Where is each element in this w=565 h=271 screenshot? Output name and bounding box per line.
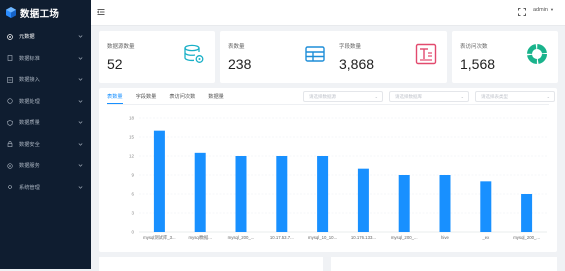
chevron-down-icon [78,56,83,60]
user-menu[interactable]: admin ▼ [533,7,554,13]
menu-fold-icon[interactable] [97,8,105,16]
sidebar-item-label: 数据接入 [19,77,40,84]
bar[interactable] [521,194,533,232]
y-tick-label: 0 [131,230,134,235]
sidebar-item-label: 数据安全 [19,141,40,148]
bar[interactable] [398,175,410,232]
bar[interactable] [194,152,206,232]
chevron-down-icon [78,99,83,103]
stat-label: 表数量 [228,44,245,50]
chevron-down-icon [78,185,83,189]
chevron-down-icon [78,142,83,146]
stat-label: 表访问次数 [460,44,488,50]
user-name: admin [533,7,548,13]
bar-chart: 0 3 6 9 12 15 18 mysql测试库_3... mysql数据... mysql_2… [129,116,547,241]
y-tick-label: 15 [129,135,135,140]
service-icon [7,163,13,169]
stat-value: 52 [107,56,123,72]
document-icon [7,55,13,62]
chevron-down-icon [78,78,83,81]
process-icon [7,98,13,104]
stat-card-tables[interactable]: 表数量 238 [220,31,336,83]
lock-icon [7,141,13,148]
field-text-icon [415,43,437,65]
stat-value: 3,868 [339,56,375,72]
bar[interactable] [317,156,329,232]
sidebar-item-label: 数据质量 [19,120,40,127]
sidebar-item-metadata[interactable]: 元数据 [0,26,91,48]
sidebar-item-label: 数据处理 [19,98,40,105]
stat-card-datasource[interactable]: 数据源数量 52 [99,31,215,83]
app-logo[interactable]: 数据工场 [0,0,91,25]
chart-panel: 表数量 字段数量 表访问次数 数据量 请选择数据源 ⌄ 请选择数据库 ⌄ 请选择… [99,88,557,252]
sidebar-item-label: 数据标准 [19,55,40,62]
sidebar-item-label: 系统管理 [19,184,40,191]
sidebar-item-ingest[interactable]: 数据接入 [0,69,91,91]
x-tick-label: mysql数据... [188,234,211,241]
caret-down-icon: ▼ [549,7,554,12]
x-tick-label: mysql_200_... [391,235,418,240]
fullscreen-icon[interactable] [518,8,526,16]
chevron-down-icon [78,35,83,38]
sidebar-item-system[interactable]: 系统管理 [0,177,91,199]
x-tick-label: mysql_200_... [513,235,540,240]
pie-ring-icon [527,44,547,64]
bar[interactable] [276,156,288,232]
bar[interactable] [153,130,165,232]
sidebar-item-processing[interactable]: 数据处理 [0,91,91,113]
sidebar-item-label: 元数据 [19,34,35,41]
x-tick-label: mysql测试库_3... [143,234,175,241]
x-tick-label: mysql_10_10... [308,235,337,240]
chevron-down-icon [78,164,83,167]
cube-logo-icon [6,7,16,18]
quality-icon [7,119,13,126]
stat-card-fields[interactable]: 字段数量 3,868 [331,31,447,83]
x-tick-label: _ex [481,235,490,240]
stat-label: 数据源数量 [107,44,135,50]
sidebar-item-security[interactable]: 数据安全 [0,134,91,156]
sidebar-item-standards[interactable]: 数据标准 [0,48,91,70]
y-tick-label: 3 [131,211,134,216]
stat-label: 字段数量 [339,44,362,50]
bar[interactable] [357,168,369,232]
y-tick-label: 9 [131,173,134,178]
sidebar-menu: 元数据 数据标准 数据接入 数据处理 数据质量 数据安全 数据服务 系统管理 [0,26,91,198]
x-tick-label: mysql_200_... [228,235,255,240]
y-tick-label: 6 [131,192,134,197]
app-title: 数据工场 [20,8,60,20]
bar[interactable] [439,175,451,232]
sidebar-item-quality[interactable]: 数据质量 [0,112,91,134]
stat-value: 238 [228,56,252,72]
settings-icon [7,185,13,190]
x-tick-label: 10.17.53.7... [270,235,294,240]
stat-card-visits[interactable]: 表访问次数 1,568 [452,31,558,83]
y-tick-label: 18 [129,116,135,121]
stat-value: 1,568 [460,56,496,72]
sidebar-item-service[interactable]: 数据服务 [0,155,91,177]
chevron-down-icon [78,121,83,124]
x-tick-label: hive [441,235,449,240]
database-gear-icon [184,44,204,63]
top-bar: admin ▼ [91,0,565,26]
table-icon [305,46,325,62]
target-icon [7,33,13,40]
bar[interactable] [235,156,247,232]
import-icon [7,76,13,83]
y-tick-label: 12 [129,154,135,159]
sidebar: 数据工场 元数据 数据标准 数据接入 数据处理 数据质量 数据安全 数据服务 系… [0,0,91,269]
bar[interactable] [480,181,492,232]
sidebar-item-label: 数据服务 [19,163,40,170]
x-tick-label: 10.176.133... [351,235,376,240]
